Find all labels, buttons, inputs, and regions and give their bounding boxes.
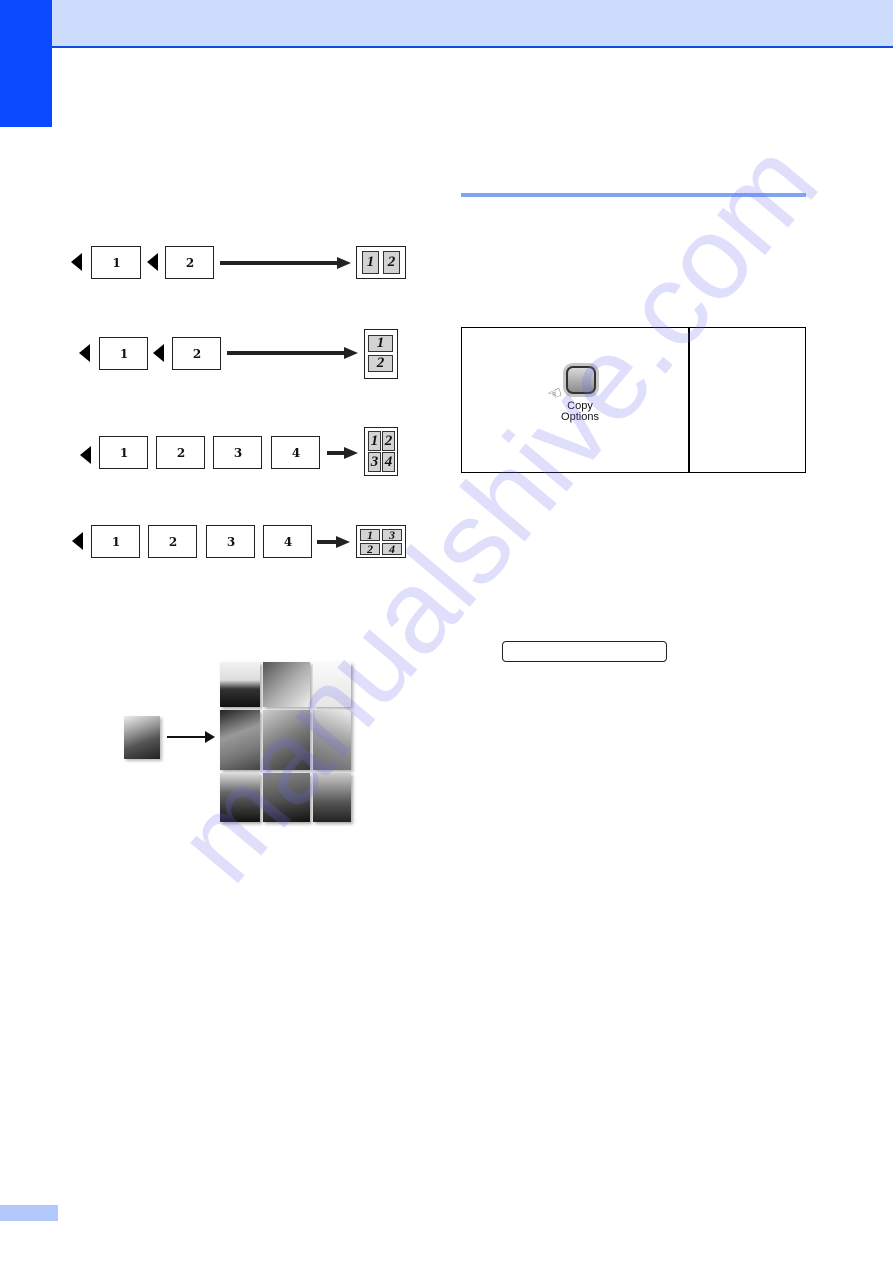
source-page: 2 [148, 525, 197, 558]
copy-options-label-line2: Options [561, 411, 599, 423]
header-rule [52, 46, 893, 48]
result-cell: 2 [382, 431, 395, 451]
source-page: 3 [206, 525, 255, 558]
page-number: 1 [119, 445, 128, 460]
control-panel-table [461, 327, 806, 473]
page-number: 4 [291, 445, 300, 460]
page-number: 1 [112, 255, 120, 270]
source-page: 1 [99, 337, 148, 370]
result-cell: 2 [368, 355, 393, 372]
source-page: 4 [271, 436, 320, 469]
arrow-icon [227, 351, 347, 355]
arrow-head-icon [337, 257, 351, 269]
poster-tile [220, 662, 260, 707]
result-cell: 2 [383, 251, 400, 274]
result-cell: 3 [382, 528, 402, 542]
poster-tile [313, 662, 351, 707]
result-page: 1 3 2 4 [356, 525, 406, 558]
page-number: 2 [176, 445, 185, 460]
page-number: 2 [168, 534, 177, 549]
result-cell: 3 [368, 452, 381, 472]
page-direction-icon [153, 344, 164, 362]
result-cell: 4 [382, 452, 395, 472]
poster-tile [263, 710, 310, 770]
lcd-display [502, 641, 667, 662]
copy-options-button[interactable] [566, 366, 596, 394]
result-page: 1 2 [364, 329, 398, 379]
poster-tile [220, 773, 260, 822]
chapter-side-tab [0, 0, 52, 127]
source-page: 1 [99, 436, 148, 469]
source-page: 2 [165, 246, 214, 279]
copy-options-label: Copy Options [540, 401, 620, 423]
page-direction-icon [79, 344, 90, 362]
table-divider [688, 327, 690, 473]
section-rule [461, 193, 806, 197]
result-cell: 1 [368, 335, 393, 352]
page-direction-icon [80, 446, 91, 464]
original-photo [124, 716, 160, 759]
source-page: 4 [263, 525, 312, 558]
page-number: 3 [233, 445, 242, 460]
result-page: 1 2 [356, 246, 406, 279]
result-cell: 1 [368, 431, 381, 451]
page-number: 2 [185, 255, 194, 270]
arrow-icon [167, 736, 207, 738]
poster-grid [220, 662, 351, 822]
page-direction-icon [71, 253, 82, 271]
page-number: 1 [119, 346, 128, 361]
result-cell: 2 [360, 542, 380, 556]
result-cell: 4 [382, 542, 402, 556]
page-number: 4 [283, 534, 292, 549]
page-direction-icon [147, 253, 158, 271]
arrow-head-icon [205, 731, 215, 743]
page-direction-icon [72, 532, 83, 550]
result-page: 1 2 3 4 [364, 427, 398, 476]
source-page: 1 [91, 525, 140, 558]
poster-tile [263, 773, 310, 822]
arrow-head-icon [336, 536, 350, 548]
page-number: 1 [111, 534, 120, 549]
header-band [52, 0, 893, 46]
arrow-icon [220, 261, 340, 265]
source-page: 2 [156, 436, 205, 469]
arrow-head-icon [344, 447, 358, 459]
page-number-tab [0, 1205, 58, 1221]
source-page: 1 [91, 246, 141, 279]
poster-tile [313, 773, 351, 822]
result-cell: 1 [360, 528, 380, 542]
page-number: 3 [226, 534, 235, 549]
source-page: 3 [213, 436, 262, 469]
poster-tile [220, 710, 260, 770]
page-number: 2 [192, 346, 201, 361]
arrow-head-icon [344, 347, 358, 359]
poster-tile [313, 710, 351, 770]
source-page: 2 [172, 337, 221, 370]
poster-tile [263, 662, 310, 707]
result-cell: 1 [362, 251, 379, 274]
